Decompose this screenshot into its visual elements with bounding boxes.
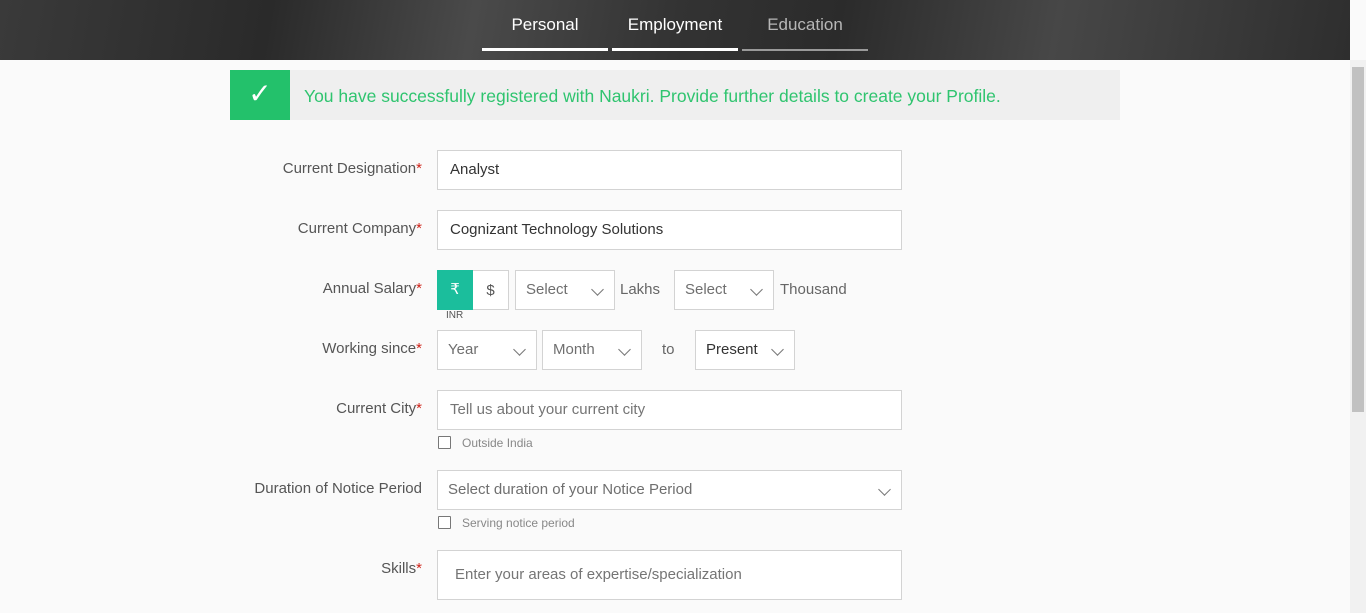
company-label-text: Current Company (297, 220, 417, 237)
currency-caption: INR (446, 310, 464, 321)
required-marker: * (416, 400, 422, 417)
city-label-text: Current City (336, 400, 417, 417)
skills-label-text: Skills (381, 560, 417, 577)
chevron-down-icon (771, 343, 784, 356)
salary-thousand-value: Select (685, 281, 727, 298)
designation-label: Current Designation* (232, 160, 422, 177)
required-marker: * (416, 560, 422, 577)
required-marker: * (416, 220, 422, 237)
check-icon: ✓ (230, 70, 290, 120)
salary-label-text: Annual Salary (322, 280, 417, 297)
required-marker: * (416, 160, 422, 177)
tab-personal-label: Personal (511, 15, 579, 34)
notice-period-label: Duration of Notice Period (232, 480, 422, 497)
tab-education[interactable]: Education (742, 0, 868, 51)
salary-lakhs-value: Select (526, 281, 568, 298)
success-banner: ✓ You have successfully registered with … (230, 70, 1120, 120)
salary-label: Annual Salary* (232, 280, 422, 297)
notice-period-label-text: Duration of Notice Period (254, 480, 422, 497)
start-year-value: Year (448, 341, 479, 358)
city-label: Current City* (232, 400, 422, 417)
tab-employment-label: Employment (627, 15, 723, 34)
salary-lakhs-select[interactable]: Select (515, 270, 615, 310)
salary-thousand-select[interactable]: Select (674, 270, 774, 310)
lakhs-unit: Lakhs (620, 281, 661, 298)
end-date-value: Present (706, 341, 758, 358)
start-year-select[interactable]: Year (437, 330, 537, 370)
thousand-unit: Thousand (780, 281, 847, 298)
tab-personal-underline (482, 48, 608, 51)
scrollbar-thumb[interactable] (1352, 67, 1364, 412)
notice-period-value: Select duration of your Notice Period (448, 481, 693, 498)
tab-employment-underline (612, 48, 738, 51)
success-message: You have successfully registered with Na… (304, 86, 1001, 106)
currency-usd-button[interactable]: $ (473, 270, 509, 310)
page-scrollbar[interactable] (1350, 60, 1366, 613)
tab-education-underline (742, 49, 868, 51)
skills-input[interactable]: Enter your areas of expertise/specializa… (437, 550, 902, 600)
header-banner: Personal Employment Education (0, 0, 1350, 60)
currency-inr-button[interactable]: ₹ (437, 270, 473, 310)
city-input[interactable]: Tell us about your current city (437, 390, 902, 430)
chevron-down-icon (618, 343, 631, 356)
tab-employment[interactable]: Employment (612, 0, 738, 51)
skills-label: Skills* (232, 560, 422, 577)
working-since-label: Working since* (232, 340, 422, 357)
serving-notice-checkbox[interactable] (438, 516, 451, 529)
serving-notice-label: Serving notice period (462, 516, 575, 530)
working-since-label-text: Working since (322, 340, 417, 357)
chevron-down-icon (878, 483, 891, 496)
chevron-down-icon (750, 283, 763, 296)
required-marker: * (416, 280, 422, 297)
company-input[interactable]: Cognizant Technology Solutions (437, 210, 902, 250)
end-date-select[interactable]: Present (695, 330, 795, 370)
required-marker: * (416, 340, 422, 357)
outside-india-checkbox[interactable] (438, 436, 451, 449)
notice-period-select[interactable]: Select duration of your Notice Period (437, 470, 902, 510)
tab-education-label: Education (767, 15, 843, 34)
designation-input[interactable]: Analyst (437, 150, 902, 190)
tab-personal[interactable]: Personal (482, 0, 608, 51)
chevron-down-icon (513, 343, 526, 356)
start-month-select[interactable]: Month (542, 330, 642, 370)
to-label: to (662, 341, 675, 358)
chevron-down-icon (591, 283, 604, 296)
outside-india-label: Outside India (462, 436, 533, 450)
start-month-value: Month (553, 341, 595, 358)
designation-label-text: Current Designation (282, 160, 417, 177)
company-label: Current Company* (232, 220, 422, 237)
